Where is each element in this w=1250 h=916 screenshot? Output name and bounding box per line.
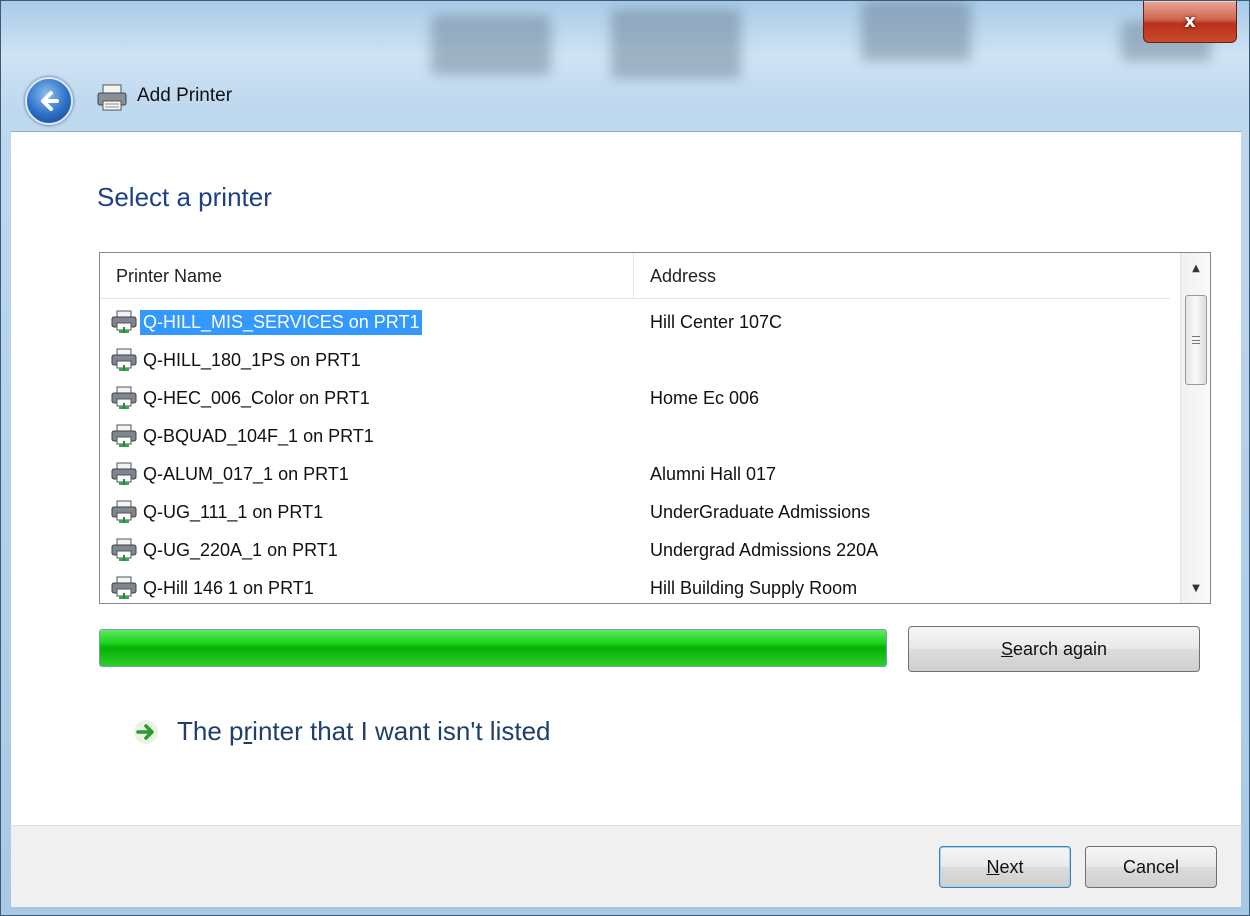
page-heading: Select a printer xyxy=(97,182,272,212)
next-accel: N xyxy=(986,856,1000,877)
printer-row[interactable]: Q-HILL_180_1PS on PRT1 xyxy=(100,341,1168,379)
search-again-label: earch again xyxy=(1012,638,1108,659)
link-text-accel: r xyxy=(243,716,253,746)
wizard-content: Select a printer Printer Name Address Q-… xyxy=(11,131,1241,825)
printer-name-cell: Q-HILL_MIS_SERVICES on PRT1 xyxy=(100,309,634,335)
next-button[interactable]: Next xyxy=(939,846,1071,888)
grip-icon xyxy=(1192,336,1200,344)
printer-address: Home Ec 006 xyxy=(650,387,760,408)
printer-address: Hill Center 107C xyxy=(650,311,783,332)
back-button[interactable] xyxy=(25,77,73,125)
printer-name: Q-UG_111_1 on PRT1 xyxy=(143,501,324,522)
green-arrow-icon xyxy=(134,719,158,744)
glass-background xyxy=(1,1,1250,131)
list-header: Printer Name Address xyxy=(100,253,1170,299)
add-printer-window: x Add Printer Select a printer Printer N… xyxy=(0,0,1250,916)
printer-name-cell: Q-HEC_006_Color on PRT1 xyxy=(100,386,634,411)
back-arrow-icon xyxy=(41,91,59,111)
network-printer-icon xyxy=(111,462,137,485)
link-text: The printer that I want isn't listed xyxy=(177,716,551,747)
search-again-accel: S xyxy=(1000,638,1013,659)
printer-name: Q-BQUAD_104F_1 on PRT1 xyxy=(143,425,374,446)
cancel-label: Cancel xyxy=(1122,856,1180,877)
printer-name: Q-HEC_006_Color on PRT1 xyxy=(143,387,370,408)
printer-row[interactable]: Q-Hill 146 1 on PRT1 Hill Building Supply… xyxy=(100,569,1168,603)
printer-not-listed-link[interactable]: The printer that I want isn't listed xyxy=(133,716,551,747)
printer-row[interactable]: Q-UG_220A_1 on PRT1 Undergrad Admissions … xyxy=(100,531,1168,569)
printer-name-cell: Q-BQUAD_104F_1 on PRT1 xyxy=(100,424,634,449)
printer-rows: Q-HILL_MIS_SERVICES on PRT1 Hill Center 1… xyxy=(100,303,1168,603)
printer-name: Q-ALUM_017_1 on PRT1 xyxy=(143,463,349,484)
button-bar: Next Cancel xyxy=(11,825,1241,907)
network-printer-icon xyxy=(111,500,137,523)
link-text-pre: The p xyxy=(177,716,244,746)
close-button[interactable]: x xyxy=(1143,1,1237,43)
network-printer-icon xyxy=(111,576,137,599)
printer-row[interactable]: Q-BQUAD_104F_1 on PRT1 xyxy=(100,417,1168,455)
printer-name: Q-UG_220A_1 on PRT1 xyxy=(143,539,338,560)
window-title: Add Printer xyxy=(137,85,233,106)
printer-row[interactable]: Q-ALUM_017_1 on PRT1 Alumni Hall 017 xyxy=(100,455,1168,493)
close-icon: x xyxy=(1184,11,1196,32)
network-printer-icon xyxy=(111,386,137,409)
printer-name-cell: Q-HILL_180_1PS on PRT1 xyxy=(100,348,634,373)
column-header-printer-name[interactable]: Printer Name xyxy=(100,253,634,299)
printer-name-cell: Q-ALUM_017_1 on PRT1 xyxy=(100,462,634,487)
search-progress-bar xyxy=(99,629,887,667)
printer-address: Alumni Hall 017 xyxy=(650,463,777,484)
printer-list[interactable]: Printer Name Address Q-HILL_MIS_SERVICES… xyxy=(99,252,1211,604)
printer-icon xyxy=(97,84,127,111)
scroll-down-arrow-icon[interactable]: ▼ xyxy=(1181,573,1210,603)
printer-name: Q-HILL_MIS_SERVICES on PRT1 xyxy=(140,309,423,335)
printer-name: Q-Hill 146 1 on PRT1 xyxy=(143,577,314,598)
column-header-address[interactable]: Address xyxy=(634,253,1170,299)
printer-row[interactable]: Q-UG_111_1 on PRT1 UnderGraduate Admissio… xyxy=(100,493,1168,531)
scroll-thumb[interactable] xyxy=(1185,295,1207,385)
printer-address: Undergrad Admissions 220A xyxy=(650,539,879,560)
progress-fill xyxy=(100,630,886,666)
vertical-scrollbar[interactable]: ▲ ▼ xyxy=(1180,253,1210,603)
link-text-post: inter that I want isn't listed xyxy=(252,716,551,746)
scroll-up-arrow-icon[interactable]: ▲ xyxy=(1181,253,1210,283)
network-printer-icon xyxy=(111,348,137,371)
printer-row[interactable]: Q-HILL_MIS_SERVICES on PRT1 Hill Center 1… xyxy=(100,303,1168,341)
network-printer-icon xyxy=(111,424,137,447)
printer-name-cell: Q-UG_111_1 on PRT1 xyxy=(100,500,634,525)
printer-address: Hill Building Supply Room xyxy=(650,577,858,598)
network-printer-icon xyxy=(111,310,137,333)
printer-address: UnderGraduate Admissions xyxy=(650,501,871,522)
search-again-button[interactable]: Search again xyxy=(908,626,1200,672)
network-printer-icon xyxy=(111,538,137,561)
next-label: ext xyxy=(999,856,1024,877)
printer-name: Q-HILL_180_1PS on PRT1 xyxy=(143,349,361,370)
printer-name-cell: Q-UG_220A_1 on PRT1 xyxy=(100,538,634,563)
printer-row[interactable]: Q-HEC_006_Color on PRT1 Home Ec 006 xyxy=(100,379,1168,417)
cancel-button[interactable]: Cancel xyxy=(1085,846,1217,888)
printer-name-cell: Q-Hill 146 1 on PRT1 xyxy=(100,576,634,601)
